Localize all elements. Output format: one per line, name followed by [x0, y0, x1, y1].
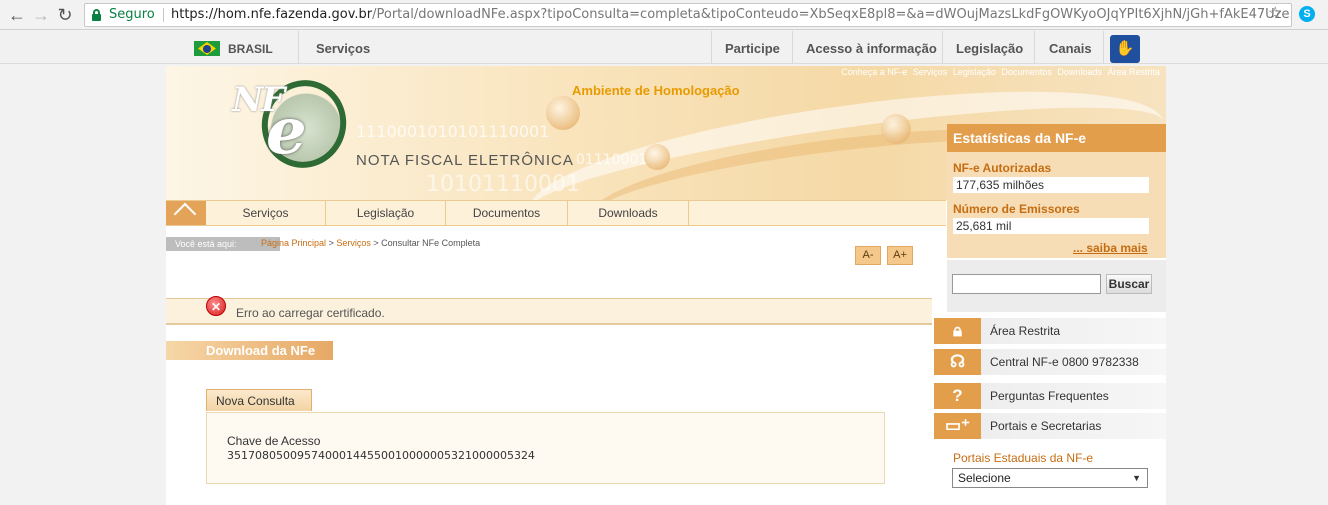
main-nav: Serviços Legislação Documentos Downloads [166, 200, 946, 226]
gov-country-link[interactable]: BRASIL [228, 42, 273, 56]
side-item-portais[interactable]: ▭⁺ Portais e Secretarias [934, 413, 1166, 439]
side-item-label: Perguntas Frequentes [990, 389, 1109, 403]
top-link-conheca[interactable]: Conheça a NF-e [841, 67, 907, 77]
tab-nova-consulta[interactable]: Nova Consulta [206, 389, 312, 411]
side-item-area-restrita[interactable]: 🔒︎ Área Restrita [934, 318, 1166, 344]
breadcrumb-sep: > [373, 238, 382, 248]
page-title: Download da NFe [166, 341, 333, 361]
chave-acesso-label: Chave de Acesso [227, 434, 321, 448]
forward-icon[interactable]: → [30, 4, 52, 26]
search-button[interactable]: Buscar [1106, 274, 1152, 294]
saiba-mais-link[interactable]: ... saiba mais [1073, 241, 1148, 255]
chave-acesso-value: 3517080500957400014455001000000532100000… [227, 449, 535, 462]
stats-title: Estatísticas da NF-e [947, 124, 1166, 152]
gov-acesso-link[interactable]: Acesso à informação [806, 41, 937, 56]
side-item-label: Portais e Secretarias [990, 419, 1102, 433]
gov-bar: BRASIL Serviços Participe Acesso à infor… [0, 31, 1328, 64]
font-increase-button[interactable]: A+ [887, 246, 913, 265]
gov-separator [942, 31, 943, 64]
consulta-panel: Chave de Acesso 351708050095740001445500… [206, 412, 885, 484]
headset-icon: ☊ [934, 349, 981, 375]
nav-servicos[interactable]: Serviços [206, 201, 326, 225]
top-links: Conheça a NF-e Serviços Legislação Docum… [838, 67, 1160, 77]
gov-separator [298, 31, 299, 64]
browser-toolbar: ← → ↻ Seguro https://hom.nfe.fazenda.gov… [0, 0, 1328, 30]
home-icon[interactable] [166, 201, 206, 226]
stat-emissores-label: Número de Emissores [953, 202, 1080, 216]
nfe-logo-e: e [266, 94, 307, 169]
top-link-area-restrita[interactable]: Área Restrita [1107, 67, 1160, 77]
question-icon: ? [934, 383, 981, 409]
bookmark-star-icon[interactable]: ☆ [1268, 4, 1282, 24]
portais-select[interactable]: Selecione ▼ [952, 468, 1148, 488]
top-link-downloads[interactable]: Downloads [1057, 67, 1102, 77]
nav-downloads[interactable]: Downloads [568, 201, 689, 225]
lock-icon [92, 9, 101, 21]
stats-box: Estatísticas da NF-e NF-e Autorizadas 17… [947, 124, 1166, 258]
gov-participe-link[interactable]: Participe [725, 41, 780, 56]
gov-canais-link[interactable]: Canais [1049, 41, 1092, 56]
banner-ball [546, 96, 580, 130]
skype-icon[interactable]: S [1299, 6, 1315, 22]
accessibility-icon[interactable]: ✋ [1110, 35, 1140, 63]
nfe-logo-subtitle: NOTA FISCAL ELETRÔNICA [356, 152, 574, 169]
stat-autorizadas-value: 177,635 milhões [953, 177, 1149, 193]
top-link-servicos[interactable]: Serviços [913, 67, 948, 77]
banner-ball [644, 144, 670, 170]
gov-separator [1034, 31, 1035, 64]
page-container: 1110001010101110001 01110001 10101110001… [166, 66, 1166, 505]
portais-select-value: Selecione [958, 471, 1011, 485]
side-item-label: Central NF-e 0800 9782338 [990, 355, 1139, 369]
omnibox-separator [163, 8, 164, 22]
side-item-perguntas[interactable]: ? Perguntas Frequentes [934, 383, 1166, 409]
address-bar[interactable]: Seguro https://hom.nfe.fazenda.gov.br/Po… [84, 3, 1292, 27]
error-message: Erro ao carregar certificado. [236, 306, 385, 320]
side-item-central[interactable]: ☊ Central NF-e 0800 9782338 [934, 349, 1166, 375]
side-item-label: Área Restrita [990, 324, 1061, 338]
secure-label: Seguro [109, 7, 155, 22]
breadcrumb-current: Consultar NFe Completa [381, 238, 481, 248]
environment-label: Ambiente de Homologação [572, 83, 740, 98]
search-area: Buscar [947, 260, 1166, 312]
error-icon: ✕ [206, 296, 226, 316]
portais-estaduais-label: Portais Estaduais da NF-e [953, 451, 1094, 465]
banner-ball [881, 114, 911, 144]
url-host: https://hom.nfe.fazenda.gov.br [171, 7, 373, 22]
gov-separator [1103, 31, 1104, 64]
gov-servicos-link[interactable]: Serviços [316, 41, 370, 56]
nav-legislacao[interactable]: Legislação [326, 201, 446, 225]
stat-autorizadas-label: NF-e Autorizadas [953, 161, 1052, 175]
gov-legislacao-link[interactable]: Legislação [956, 41, 1023, 56]
url-path: /Portal/downloadNFe.aspx?tipoConsulta=co… [372, 7, 1292, 22]
breadcrumb-home[interactable]: Página Principal [261, 238, 326, 248]
search-input[interactable] [952, 274, 1101, 294]
reload-icon[interactable]: ↻ [54, 4, 76, 26]
banner-binary: 10101110001 [426, 172, 580, 197]
breadcrumb: Página Principal > Serviços > Consultar … [261, 238, 480, 248]
stat-emissores-value: 25,681 mil [953, 218, 1149, 234]
gov-separator [711, 31, 712, 64]
back-icon[interactable]: ← [6, 4, 28, 26]
top-link-documentos[interactable]: Documentos [1001, 67, 1052, 77]
window-add-icon: ▭⁺ [934, 413, 981, 439]
lock-icon: 🔒︎ [934, 318, 981, 344]
url-text[interactable]: https://hom.nfe.fazenda.gov.br/Portal/do… [171, 4, 1292, 26]
chevron-down-icon: ▼ [1132, 473, 1141, 483]
breadcrumb-servicos[interactable]: Serviços [336, 238, 371, 248]
font-decrease-button[interactable]: A- [855, 246, 881, 265]
banner-binary: 1110001010101110001 [356, 122, 550, 141]
top-link-legislacao[interactable]: Legislação [953, 67, 996, 77]
brazil-flag-icon [194, 41, 220, 56]
nav-documentos[interactable]: Documentos [446, 201, 568, 225]
gov-separator [792, 31, 793, 64]
banner-binary: 01110001 [576, 152, 648, 168]
